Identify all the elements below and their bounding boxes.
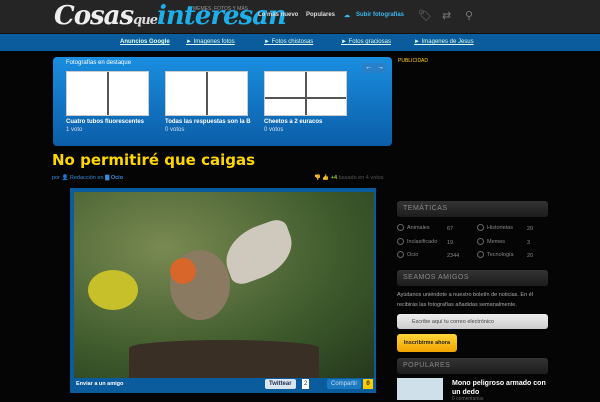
newsletter-description: Ayúdanos uniéndote a nuestro boletín de … bbox=[397, 292, 533, 308]
google-ads-link[interactable]: Anuncios Google bbox=[120, 39, 170, 45]
random-icon[interactable]: ⇄ bbox=[442, 9, 451, 22]
thumbs-up-icon[interactable]: 👍 bbox=[322, 175, 329, 181]
vote-count: basado en 4 votos bbox=[338, 175, 384, 181]
nav-newest[interactable]: Lo más nuevo bbox=[258, 12, 298, 18]
section-heading: POPULARES bbox=[397, 358, 548, 374]
category-item[interactable]: Memes bbox=[477, 238, 505, 245]
featured-item-title[interactable]: Cheetos a 2 euracos bbox=[264, 119, 322, 125]
featured-item-votes: 0 votos bbox=[264, 127, 284, 133]
share-bar: Enviar a un amigo Twittear 2 Compartir 0 bbox=[74, 378, 374, 391]
send-to-friend-link[interactable]: Enviar a un amigo bbox=[76, 381, 123, 387]
tagline: MEMES, FOTOS Y MÁS bbox=[193, 6, 249, 12]
featured-item-title[interactable]: Cuatro tubos fluorescentes bbox=[66, 119, 144, 125]
featured-thumbnail[interactable] bbox=[66, 71, 149, 116]
thumbs-down-icon[interactable]: 👎 bbox=[314, 175, 321, 181]
popular-comments: 0 comentarios bbox=[452, 396, 484, 402]
category-count: 19 bbox=[447, 240, 454, 246]
featured-item-votes: 1 voto bbox=[66, 127, 83, 133]
section-heading: TEMÁTICAS bbox=[397, 201, 548, 217]
featured-item-title[interactable]: Todas las respuestas son la B bbox=[165, 119, 251, 125]
nav-upload[interactable]: Subir fotografías bbox=[356, 12, 404, 18]
next-button[interactable]: → bbox=[375, 63, 386, 73]
post-title: No permitiré que caigas bbox=[52, 151, 256, 169]
logo-text: Cosas bbox=[54, 1, 134, 31]
popular-post-title[interactable]: Mono peligroso armado con un dedo bbox=[452, 379, 547, 397]
share-button[interactable]: Compartir bbox=[327, 379, 362, 389]
featured-carousel: Fotografías en destaque ← → Cuatro tubos… bbox=[53, 57, 392, 146]
by-label: por bbox=[52, 175, 60, 181]
tag-icon[interactable]: 🏷 bbox=[418, 9, 432, 22]
user-icon: 👤 bbox=[61, 175, 70, 181]
popular-thumbnail[interactable] bbox=[397, 378, 443, 400]
email-input[interactable]: Escribe aquí tu correo electrónico bbox=[397, 314, 548, 329]
top-bar: Cosasqueinteresan MEMES, FOTOS Y MÁS Lo … bbox=[0, 0, 600, 34]
upload-icon: ☁ bbox=[344, 13, 350, 19]
category-item[interactable]: Historietas bbox=[477, 224, 513, 231]
featured-thumbnail[interactable] bbox=[165, 71, 248, 116]
author-link[interactable]: Redacción bbox=[70, 175, 96, 181]
category-count: 20 bbox=[527, 226, 534, 232]
featured-item-votes: 0 votos bbox=[165, 127, 185, 133]
tweet-button[interactable]: Twittear bbox=[265, 379, 296, 389]
share-count: 0 bbox=[363, 379, 373, 389]
logo-text: que bbox=[133, 13, 158, 28]
vote-box: 👎 👍 +4 basado en 4 votos bbox=[314, 175, 384, 181]
category-item[interactable]: Animales bbox=[397, 224, 430, 231]
post-image bbox=[74, 192, 374, 378]
featured-title: Fotografías en destaque bbox=[66, 60, 132, 66]
category-link[interactable]: Ocio bbox=[111, 175, 123, 181]
site-logo[interactable]: Cosasqueinteresan bbox=[54, 1, 287, 31]
category-count: 67 bbox=[447, 226, 454, 232]
prev-button[interactable]: ← bbox=[363, 63, 374, 73]
subnav-link[interactable]: ► Imagenes de Jesus bbox=[414, 39, 474, 45]
nav-popular[interactable]: Populares bbox=[306, 12, 335, 18]
subnav-link[interactable]: ► Fotos chistosas bbox=[264, 39, 313, 45]
category-count: 2344 bbox=[447, 253, 460, 259]
category-item[interactable]: Inclasificado bbox=[397, 238, 437, 245]
sub-navigation: Anuncios Google ► Imagenes fotos ► Fotos… bbox=[0, 34, 600, 51]
vote-score: +4 bbox=[330, 175, 338, 181]
in-label: en bbox=[97, 175, 104, 181]
subnav-link[interactable]: ► Fotos graciosas bbox=[341, 39, 391, 45]
category-item[interactable]: Ocio bbox=[397, 251, 418, 258]
post-image-frame: Enviar a un amigo Twittear 2 Compartir 0 bbox=[70, 188, 376, 393]
section-heading: SEAMOS AMIGOS bbox=[397, 270, 548, 286]
post-meta: por 👤 Redacción en ▇ Ocio bbox=[52, 175, 123, 181]
search-icon[interactable]: ⚲ bbox=[465, 9, 473, 22]
subnav-link[interactable]: ► Imagenes fotos bbox=[186, 39, 235, 45]
subscribe-button[interactable]: Inscribirme ahora bbox=[397, 334, 457, 352]
tweet-count: 2 bbox=[302, 379, 310, 389]
category-count: 3 bbox=[527, 240, 531, 246]
ad-label: PUBLICIDAD bbox=[398, 58, 429, 64]
category-item[interactable]: Tecnología bbox=[477, 251, 514, 258]
featured-thumbnail[interactable] bbox=[264, 71, 347, 116]
category-count: 20 bbox=[527, 253, 534, 259]
